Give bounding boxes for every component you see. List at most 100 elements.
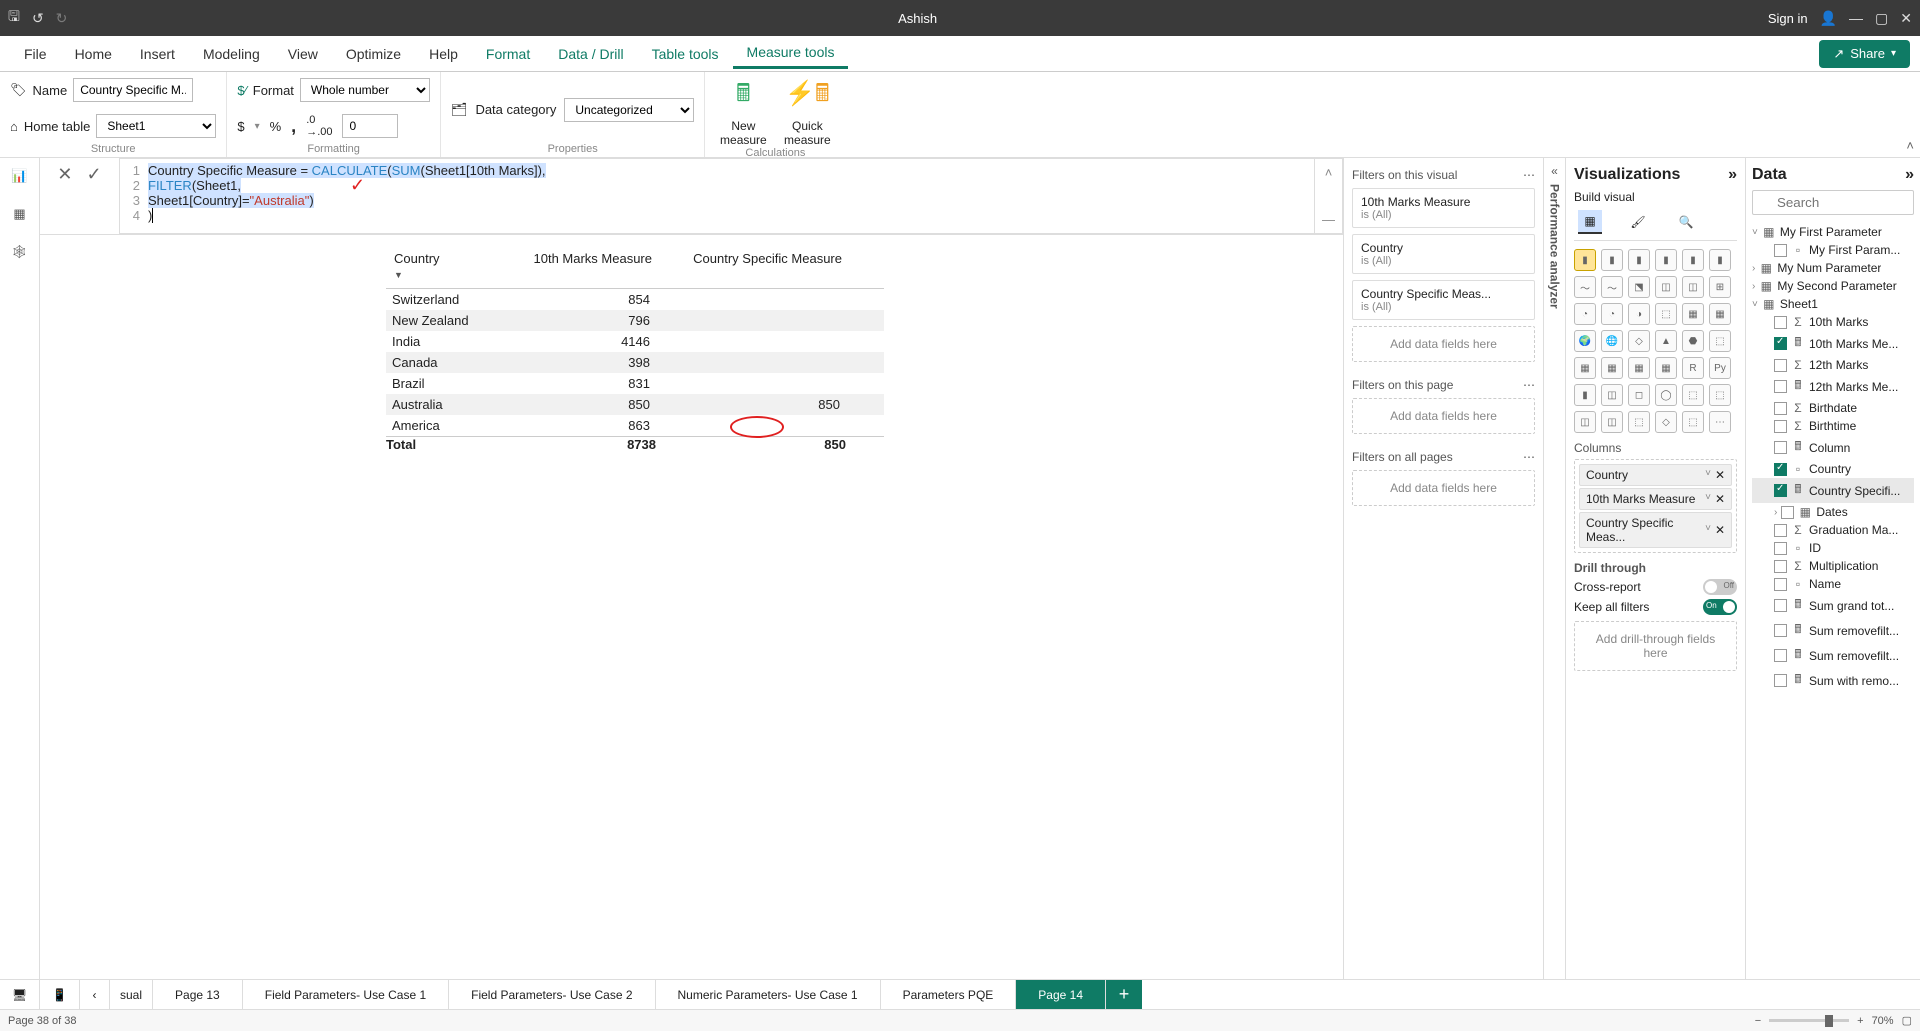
zoom-in-icon[interactable]: + bbox=[1857, 1015, 1863, 1027]
field-item[interactable]: ›▦Dates bbox=[1752, 503, 1914, 521]
viz-type-chip[interactable]: ◇ bbox=[1655, 411, 1677, 433]
zoom-slider[interactable] bbox=[1769, 1019, 1849, 1022]
field-item[interactable]: 🖩Sum removefilt... bbox=[1752, 643, 1914, 668]
table-row[interactable]: America863 bbox=[386, 415, 884, 436]
checkbox[interactable] bbox=[1774, 560, 1787, 573]
drill-drop[interactable]: Add drill-through fields here bbox=[1574, 621, 1737, 671]
viz-type-chip[interactable]: ⬔ bbox=[1628, 276, 1650, 298]
user-icon[interactable]: 👤 bbox=[1820, 10, 1837, 27]
maximize-icon[interactable]: ▢ bbox=[1875, 10, 1888, 27]
field-well-item[interactable]: Country Specific Meas...˅✕ bbox=[1579, 512, 1732, 548]
viz-type-chip[interactable]: ▲ bbox=[1655, 330, 1677, 352]
cross-report-toggle[interactable]: Off bbox=[1703, 579, 1737, 595]
save-icon[interactable]: 🖫 bbox=[8, 6, 20, 30]
field-well-item[interactable]: 10th Marks Measure˅✕ bbox=[1579, 488, 1732, 510]
comma-button[interactable]: , bbox=[291, 116, 296, 137]
field-item[interactable]: ▫ID bbox=[1752, 539, 1914, 557]
page-tab[interactable]: Field Parameters- Use Case 1 bbox=[243, 980, 449, 1009]
checkbox[interactable] bbox=[1774, 542, 1787, 555]
checkbox[interactable] bbox=[1774, 624, 1787, 637]
viz-type-chip[interactable]: ◔ bbox=[1574, 303, 1596, 325]
viz-type-chip[interactable]: 〜 bbox=[1574, 276, 1596, 298]
formula-cancel-icon[interactable]: ✕ bbox=[57, 164, 72, 185]
columns-well[interactable]: Country˅✕10th Marks Measure˅✕Country Spe… bbox=[1574, 459, 1737, 553]
checkbox[interactable] bbox=[1774, 337, 1787, 350]
viz-type-chip[interactable]: R bbox=[1682, 357, 1704, 379]
checkbox[interactable] bbox=[1774, 359, 1787, 372]
more-icon[interactable]: ⋯ bbox=[1523, 168, 1535, 182]
page-tab[interactable]: Parameters PQE bbox=[881, 980, 1017, 1009]
viz-type-chip[interactable]: ▮ bbox=[1574, 384, 1596, 406]
decimals-input[interactable] bbox=[342, 114, 398, 138]
tab-file[interactable]: File bbox=[10, 40, 61, 68]
page-tab[interactable]: Page 13 bbox=[153, 980, 243, 1009]
viz-type-chip[interactable]: ▮ bbox=[1655, 249, 1677, 271]
formula-editor[interactable]: 1Country Specific Measure = CALCULATE(SU… bbox=[120, 158, 1315, 234]
new-measure-button[interactable]: 🖩 New measure bbox=[715, 76, 771, 147]
desktop-layout-icon[interactable]: 🖥 bbox=[0, 980, 40, 1009]
field-item[interactable]: Σ12th Marks bbox=[1752, 356, 1914, 374]
dec-inc-button[interactable]: .0→.00 bbox=[306, 114, 332, 138]
tab-modeling[interactable]: Modeling bbox=[189, 40, 274, 68]
name-input[interactable] bbox=[73, 78, 193, 102]
viz-type-chip[interactable]: ▮ bbox=[1601, 249, 1623, 271]
col-csm[interactable]: Country Specific Measure bbox=[658, 248, 848, 284]
field-item[interactable]: ▫Name bbox=[1752, 575, 1914, 593]
tab-table-tools[interactable]: Table tools bbox=[638, 40, 733, 68]
table-row[interactable]: Brazil831 bbox=[386, 373, 884, 394]
page-prev-icon[interactable]: ‹ bbox=[80, 980, 110, 1009]
viz-type-chip[interactable]: ⊞ bbox=[1709, 276, 1731, 298]
viz-type-chip[interactable]: ◑ bbox=[1628, 303, 1650, 325]
field-item[interactable]: 🖩Country Specifi... bbox=[1752, 478, 1914, 503]
viz-type-chip[interactable]: ◫ bbox=[1574, 411, 1596, 433]
checkbox[interactable] bbox=[1774, 649, 1787, 662]
table-row[interactable]: India4146 bbox=[386, 331, 884, 352]
format-select[interactable]: Whole number bbox=[300, 78, 430, 102]
field-item[interactable]: 🖩Sum with remo... bbox=[1752, 668, 1914, 693]
viz-type-chip[interactable]: ▦ bbox=[1709, 303, 1731, 325]
viz-type-chip[interactable]: ⬚ bbox=[1709, 384, 1731, 406]
tab-data-drill[interactable]: Data / Drill bbox=[544, 40, 637, 68]
col-country[interactable]: Country▼ bbox=[388, 248, 508, 284]
percent-button[interactable]: % bbox=[270, 119, 282, 134]
tab-view[interactable]: View bbox=[274, 40, 332, 68]
field-item[interactable]: 🖩12th Marks Me... bbox=[1752, 374, 1914, 399]
viz-type-chip[interactable]: ▦ bbox=[1655, 357, 1677, 379]
quick-measure-button[interactable]: ⚡🖩 Quick measure bbox=[779, 76, 835, 147]
mobile-layout-icon[interactable]: 📱 bbox=[40, 980, 80, 1009]
chevron-right-icon[interactable]: › bbox=[1774, 507, 1777, 518]
viz-type-chip[interactable]: ▦ bbox=[1628, 357, 1650, 379]
viz-type-chip[interactable]: ⬚ bbox=[1709, 330, 1731, 352]
signin-link[interactable]: Sign in bbox=[1768, 11, 1808, 26]
field-item[interactable]: Σ10th Marks bbox=[1752, 313, 1914, 331]
checkbox[interactable] bbox=[1774, 578, 1787, 591]
more-icon[interactable]: ⋯ bbox=[1523, 450, 1535, 464]
viz-type-chip[interactable]: ▮ bbox=[1628, 249, 1650, 271]
page-tab[interactable]: Numeric Parameters- Use Case 1 bbox=[656, 980, 881, 1009]
viz-type-chip[interactable]: ⬣ bbox=[1682, 330, 1704, 352]
filters-all-drop[interactable]: Add data fields here bbox=[1352, 470, 1535, 506]
performance-analyzer-rail[interactable]: « Performance analyzer bbox=[1543, 158, 1565, 979]
currency-button[interactable]: $ bbox=[237, 119, 244, 134]
tab-optimize[interactable]: Optimize bbox=[332, 40, 415, 68]
viz-type-chip[interactable]: ◻ bbox=[1628, 384, 1650, 406]
col-10th[interactable]: 10th Marks Measure bbox=[508, 248, 658, 284]
viz-type-chip[interactable]: 〜 bbox=[1601, 276, 1623, 298]
analytics-icon[interactable]: 🔍 bbox=[1674, 210, 1698, 234]
viz-type-chip[interactable]: ◫ bbox=[1655, 276, 1677, 298]
viz-type-chip[interactable]: ▦ bbox=[1574, 357, 1596, 379]
viz-type-chip[interactable]: 🌍 bbox=[1574, 330, 1596, 352]
viz-type-chip[interactable]: ⬚ bbox=[1682, 384, 1704, 406]
tab-measure-tools[interactable]: Measure tools bbox=[733, 38, 849, 69]
chevron-down-icon[interactable]: ˅ bbox=[1705, 468, 1711, 482]
filter-card[interactable]: Country Specific Meas...is (All) bbox=[1352, 280, 1535, 320]
page-tab[interactable]: Field Parameters- Use Case 2 bbox=[449, 980, 655, 1009]
undo-icon[interactable]: ↺ bbox=[32, 10, 44, 27]
filter-card[interactable]: Countryis (All) bbox=[1352, 234, 1535, 274]
collapse-left-icon[interactable]: « bbox=[1551, 164, 1558, 178]
chevron-down-icon[interactable]: ˅ bbox=[1752, 299, 1758, 310]
fit-page-icon[interactable]: ▢ bbox=[1902, 1014, 1912, 1027]
expand-icon[interactable]: » bbox=[1905, 166, 1914, 184]
table-row[interactable]: Switzerland854 bbox=[386, 289, 884, 310]
share-button[interactable]: ↗ Share ▾ bbox=[1819, 40, 1910, 68]
